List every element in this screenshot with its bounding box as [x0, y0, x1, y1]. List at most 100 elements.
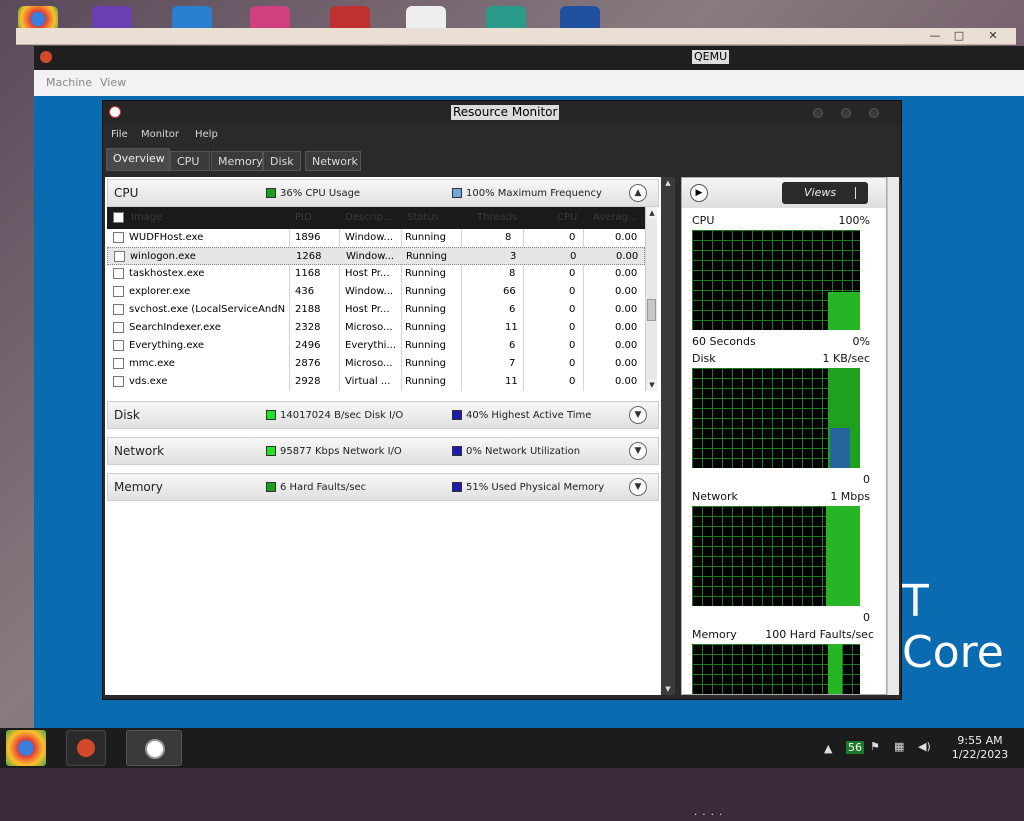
cpu-graph [692, 230, 860, 330]
table-row[interactable]: taskhostex.exe 1168 Host Pr... Running 8… [107, 265, 645, 283]
disk-section-header[interactable]: Disk 14017024 B/sec Disk I/O 40% Highest… [107, 401, 659, 429]
loading-spinner-icon: · · · · [694, 810, 724, 821]
views-dropdown[interactable]: Views [782, 182, 868, 204]
collapse-pane-icon[interactable]: ▶ [690, 184, 708, 202]
tab-memory[interactable]: Memory [211, 151, 263, 171]
chrome-taskbar-icon[interactable] [6, 730, 46, 766]
row-checkbox[interactable] [113, 268, 124, 279]
table-row[interactable]: SearchIndexer.exe 2328 Microso... Runnin… [107, 319, 645, 337]
resource-monitor-window: Resource Monitor File Monitor Help Overv… [102, 100, 902, 700]
graphs-pane-scrollbar[interactable] [887, 177, 899, 695]
tab-disk[interactable]: Disk [263, 151, 301, 171]
memory-section-title: Memory [114, 480, 163, 494]
cell-threads: 8 [509, 268, 516, 279]
clock-date: 1/22/2023 [951, 748, 1009, 761]
cpu-graph-activity [828, 292, 860, 330]
qemu-menubar: Machine View [34, 70, 1024, 97]
cell-description: Virtual ... [345, 376, 391, 387]
scroll-down-arrow-icon[interactable]: ▼ [663, 683, 673, 695]
memory-section-header[interactable]: Memory 6 Hard Faults/sec 51% Used Physic… [107, 473, 659, 501]
menu-machine[interactable]: Machine [46, 76, 92, 89]
resource-monitor-taskbar-icon[interactable] [126, 730, 182, 766]
app-taskbar-icon[interactable] [66, 730, 106, 766]
chevron-down-icon[interactable]: ▼ [629, 442, 647, 460]
cell-status: Running [405, 322, 446, 333]
select-all-checkbox[interactable] [113, 212, 124, 223]
row-checkbox[interactable] [114, 251, 125, 262]
cell-pid: 436 [295, 286, 315, 297]
network-graph [692, 506, 860, 606]
cell-image: winlogon.exe [130, 251, 196, 262]
cell-cpu: 0 [569, 358, 576, 369]
disk-graph-min: 0 [863, 473, 870, 486]
row-checkbox[interactable] [113, 340, 124, 351]
close-button[interactable] [869, 108, 879, 118]
table-row[interactable]: svchost.exe (LocalServiceAndN... 2188 Ho… [107, 301, 645, 319]
row-checkbox[interactable] [113, 322, 124, 333]
menu-view[interactable]: View [100, 76, 126, 89]
qemu-taskbar-glyph [77, 739, 95, 757]
cell-average-cpu: 0.00 [615, 232, 638, 243]
cpu-graph-time-span: 60 Seconds [692, 335, 756, 348]
row-checkbox[interactable] [113, 286, 124, 297]
menu-file[interactable]: File [111, 129, 128, 140]
table-row[interactable]: mmc.exe 2876 Microso... Running 7 0 0.00 [107, 355, 645, 373]
scroll-down-arrow-icon[interactable]: ▼ [647, 379, 657, 391]
chevron-down-icon[interactable]: ▼ [629, 406, 647, 424]
table-row[interactable]: vds.exe 2928 Virtual ... Running 11 0 0.… [107, 373, 645, 391]
table-row[interactable]: Everything.exe 2496 Everythi... Running … [107, 337, 645, 355]
disk-io-value: 14017024 B/sec Disk I/O [280, 410, 404, 421]
minimize-button[interactable]: — [924, 29, 946, 42]
flag-icon[interactable]: ⚑ [870, 740, 880, 753]
column-cpu[interactable]: CPU [557, 212, 577, 223]
network-section-header[interactable]: Network 95877 Kbps Network I/O 0% Networ… [107, 437, 659, 465]
cell-cpu: 0 [569, 268, 576, 279]
cpu-section-header[interactable]: CPU 36% CPU Usage 100% Maximum Frequency… [107, 179, 659, 207]
tab-cpu[interactable]: CPU [170, 151, 210, 171]
row-checkbox[interactable] [113, 376, 124, 387]
scroll-thumb[interactable] [647, 299, 656, 321]
overview-pane-scrollbar[interactable]: ▲ ▼ [661, 177, 675, 695]
maximize-button[interactable] [841, 108, 851, 118]
close-button[interactable]: ✕ [982, 29, 1004, 42]
scroll-up-arrow-icon[interactable]: ▲ [647, 207, 657, 219]
column-average-cpu[interactable]: Averag... [593, 212, 637, 223]
cell-average-cpu: 0.00 [615, 286, 638, 297]
qemu-window-title: QEMU [692, 50, 730, 64]
menu-monitor[interactable]: Monitor [141, 129, 179, 140]
maximize-button[interactable]: □ [948, 29, 970, 42]
chevron-up-icon[interactable]: ▲ [629, 184, 647, 202]
row-checkbox[interactable] [113, 232, 124, 243]
column-image[interactable]: Image [131, 212, 162, 223]
guest-background-text: T Core [902, 576, 1004, 678]
cell-image: SearchIndexer.exe [129, 322, 221, 333]
cell-description: Host Pr... [345, 268, 390, 279]
tray-badge[interactable]: 56 [846, 741, 864, 754]
tab-overview[interactable]: Overview [106, 148, 170, 171]
table-row[interactable]: explorer.exe 436 Window... Running 66 0 … [107, 283, 645, 301]
cell-pid: 2876 [295, 358, 321, 369]
row-checkbox[interactable] [113, 304, 124, 315]
clock[interactable]: 9:55 AM 1/22/2023 [940, 734, 1020, 762]
process-table: WUDFHost.exe 1896 Window... Running 8 0 … [107, 229, 645, 391]
show-hidden-icons-icon[interactable]: ▲ [824, 742, 832, 755]
table-row[interactable]: WUDFHost.exe 1896 Window... Running 8 0 … [107, 229, 645, 247]
network-icon[interactable]: ▦ [894, 740, 904, 753]
row-checkbox[interactable] [113, 358, 124, 369]
column-status[interactable]: Status [407, 212, 439, 223]
disk-active-time-value: 40% Highest Active Time [466, 410, 592, 421]
cell-status: Running [405, 358, 446, 369]
hard-faults-legend-icon [266, 482, 276, 492]
process-table-scrollbar[interactable]: ▲ ▼ [645, 207, 657, 391]
volume-icon[interactable]: ◀) [918, 740, 931, 753]
qemu-titlebar: QEMU [34, 46, 1024, 70]
column-description[interactable]: Descrip... [345, 212, 392, 223]
minimize-button[interactable] [813, 108, 823, 118]
menu-help[interactable]: Help [195, 129, 218, 140]
column-threads[interactable]: Threads [477, 212, 517, 223]
tab-network[interactable]: Network [305, 151, 361, 171]
chevron-down-icon[interactable]: ▼ [629, 478, 647, 496]
table-row[interactable]: winlogon.exe 1268 Window... Running 3 0 … [107, 247, 645, 265]
scroll-up-arrow-icon[interactable]: ▲ [663, 177, 673, 189]
column-pid[interactable]: PID [295, 212, 312, 223]
